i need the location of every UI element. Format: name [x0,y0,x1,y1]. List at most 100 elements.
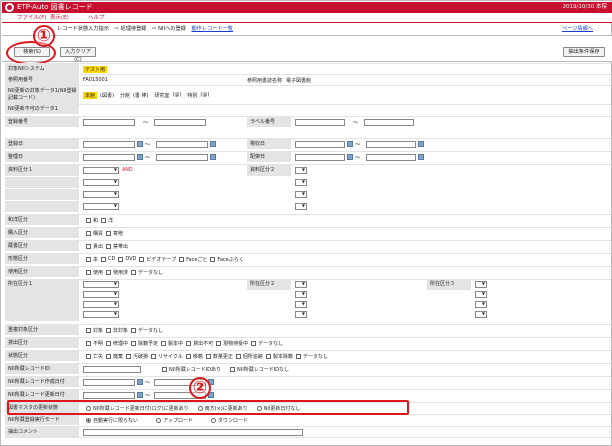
calendar-icon[interactable] [347,141,353,147]
calendar-icon[interactable] [347,154,353,160]
menu-file[interactable]: ファイル(F) [17,13,46,23]
calendar-icon[interactable] [418,154,425,160]
checkbox[interactable] [86,243,91,249]
location1-select[interactable] [83,301,119,308]
calendar-icon[interactable] [137,392,143,398]
shelf-date-to-input[interactable] [366,153,417,161]
checkbox[interactable] [86,217,91,223]
checkbox[interactable] [139,256,145,262]
nii-reg-option[interactable]: 分館 [120,92,130,99]
material1-select[interactable] [83,167,119,174]
checkbox[interactable] [86,327,91,333]
checkbox[interactable] [230,366,236,372]
material2-select[interactable] [295,167,307,174]
calendar-icon[interactable] [210,141,217,147]
calendar-icon[interactable] [137,154,143,160]
checkbox[interactable] [86,340,91,346]
checkbox[interactable] [106,327,112,333]
checkbox[interactable] [151,353,157,359]
save-condition-button[interactable]: 抽出条件保存 [563,47,605,57]
location3-select[interactable] [475,281,487,288]
checkbox[interactable] [106,243,112,249]
dist-label: 蔵書区分 [5,241,79,251]
comment-input[interactable] [83,428,303,436]
order-date-to-input[interactable] [156,153,209,161]
location1-select[interactable] [83,291,119,298]
checkbox[interactable] [295,353,301,359]
nii-rec-input[interactable] [83,365,141,373]
location2-select[interactable] [295,281,307,288]
material2-select[interactable] [295,179,307,186]
checkbox[interactable] [251,340,257,346]
menu-help[interactable]: ヘルプ [88,13,105,23]
nii-upd-from-input[interactable] [83,391,135,399]
location3-select[interactable] [475,301,487,308]
reg-date-from-input[interactable] [83,140,135,148]
checkbox[interactable] [106,340,112,346]
checkbox[interactable] [210,256,216,262]
checkbox[interactable] [235,353,241,359]
location3-select[interactable] [475,311,487,318]
location2-select[interactable] [295,291,307,298]
checkbox[interactable] [106,269,112,275]
location1-select[interactable] [83,281,119,288]
nii-reg-option[interactable]: 本館 [83,91,98,99]
option-label: 廃棄 [113,353,124,360]
nii-reg-option[interactable]: 研究室 [154,92,169,99]
checkbox[interactable] [126,353,132,359]
checkbox[interactable] [179,256,185,262]
order-date-from-input[interactable] [83,153,135,161]
checkbox[interactable] [86,353,91,359]
checkbox[interactable] [106,230,112,236]
checkbox[interactable] [101,256,107,262]
nii-reg-option[interactable]: 特別 [187,92,197,99]
page-info-link[interactable]: ページ情報へ [562,24,593,34]
checkbox[interactable] [185,353,191,359]
checkbox[interactable] [86,230,91,236]
material1-select[interactable] [83,203,119,210]
checkbox[interactable] [118,256,124,262]
calendar-icon[interactable] [137,379,143,385]
location1-select[interactable] [83,311,119,318]
clear-button[interactable]: 入力クリア(C) [60,47,96,63]
reg-no-from-input[interactable] [83,118,135,126]
label-no-to-input[interactable] [364,118,415,126]
reg-no-to-input[interactable] [154,118,207,126]
checkbox[interactable] [106,353,112,359]
calendar-icon[interactable] [210,154,217,160]
material1-select[interactable] [83,179,119,186]
checkbox[interactable] [131,269,137,275]
checkbox[interactable] [186,340,192,346]
nii-date-from-input[interactable] [83,378,135,386]
checkbox[interactable] [205,353,211,359]
material2-select[interactable] [295,191,307,198]
location1-label: 所在区分１ [5,280,79,290]
location2-select[interactable] [295,311,307,318]
inspect-date-to-input[interactable] [366,140,417,148]
checkbox[interactable] [131,327,137,333]
inspect-date-from-input[interactable] [295,140,345,148]
checkbox[interactable] [162,366,167,372]
label-no-from-input[interactable] [295,118,345,126]
material2-select[interactable] [295,203,307,210]
record-list-link[interactable]: 動作レコード一覧 [191,26,233,32]
location2-select[interactable] [295,301,307,308]
radio[interactable] [211,417,217,423]
checkbox[interactable] [86,256,91,262]
radio[interactable] [86,417,91,423]
calendar-icon[interactable] [418,141,425,147]
checkbox[interactable] [216,340,222,346]
checkbox[interactable] [265,353,271,359]
reg-date-to-input[interactable] [156,140,209,148]
material1-select[interactable] [83,191,119,198]
radio[interactable] [156,417,162,423]
or-label [5,177,79,188]
checkbox[interactable] [131,340,137,346]
checkbox[interactable] [86,269,91,275]
shelf-date-from-input[interactable] [295,153,345,161]
location3-select[interactable] [475,291,487,298]
checkbox[interactable] [161,340,167,346]
calendar-icon[interactable] [137,141,143,147]
menu-view[interactable]: 表示(E) [50,13,69,23]
checkbox[interactable] [101,217,107,223]
